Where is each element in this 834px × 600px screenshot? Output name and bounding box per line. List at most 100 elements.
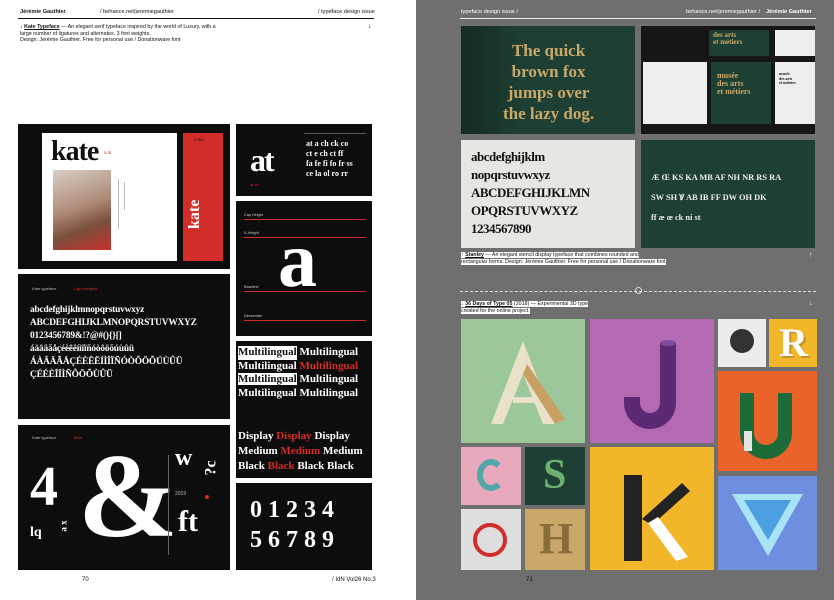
page-number-right: 71 bbox=[526, 577, 533, 583]
medium-1: Medium bbox=[238, 445, 278, 457]
letter-h-tile: H bbox=[525, 509, 585, 570]
business-cards-tile: des arts et métiers musée des arts et métie… bbox=[641, 26, 815, 134]
stanley-description: ↑ Stanley — An elegant stencil display t… bbox=[461, 252, 801, 265]
multilingual-tile: Multilingual Multilingual Multilingual M… bbox=[236, 341, 372, 478]
alpha-accents-extra: ÇÉÉÈÎÏÌÑÔÖÕÙÛÜ bbox=[30, 370, 113, 380]
header-url: / behance.net/jeremiegauthier bbox=[100, 9, 175, 15]
ml-7: Multilingual bbox=[238, 386, 297, 399]
stanley-desc-1: — An elegant stencil display typeface th… bbox=[483, 252, 639, 258]
left-page: Jérémie Gauthier / behance.net/jeremiega… bbox=[0, 0, 416, 600]
stanley-l5: 1234567890 bbox=[471, 221, 531, 236]
at-caption: at ch bbox=[250, 182, 259, 187]
days-desc-2: created for the online project. bbox=[461, 307, 530, 314]
stanley-alphabet-tile: abcdefghijklm nopqrstuvwxyz ABCDEFGHIJKL… bbox=[461, 140, 635, 248]
multilingual-rows: Multilingual Multilingual Multilingual M… bbox=[238, 346, 358, 400]
ligs-2: SW SH Ꝟ AB IB FF DW OH DK bbox=[651, 193, 767, 202]
header-url-right: behance.net/jeremiegauthier / bbox=[686, 9, 761, 15]
kate-side-title: kate bbox=[186, 199, 203, 229]
alpha-upper: ABCDEFGHIJKLMNOPQRSTUVWXYZ bbox=[30, 318, 197, 328]
alphabet-label-2: Light weights bbox=[74, 286, 98, 291]
alpha-figures: 0123456789&!?@#(){}[] bbox=[30, 331, 122, 341]
letter-o-tile bbox=[461, 509, 521, 570]
letter-r-glyph: R bbox=[779, 320, 808, 365]
letter-k-3d bbox=[624, 475, 690, 561]
ml-2: Multilingual bbox=[299, 346, 359, 358]
header-author: Jérémie Gauthier bbox=[20, 9, 66, 15]
display-3: Display bbox=[314, 430, 350, 442]
pangram-3: jumps over bbox=[507, 83, 590, 102]
page-number-left: 70 bbox=[82, 577, 89, 583]
down-arrow-icon: ↓ bbox=[368, 23, 372, 30]
kate-desc-2: large number of ligatures and alternates… bbox=[20, 30, 151, 37]
kate-sub: a.m bbox=[104, 151, 112, 156]
letter-r-tile: R bbox=[769, 319, 817, 367]
letter-c-tile bbox=[461, 447, 521, 505]
kate-desc-1: — An elegant serif typeface inspired by … bbox=[59, 24, 216, 30]
kate-desc-3: Design: Jérémie Gauthier. Free for perso… bbox=[20, 37, 181, 44]
letter-j-3d bbox=[624, 340, 676, 429]
x-height-label: X-Height bbox=[244, 231, 259, 235]
ml-6: Multilingual bbox=[299, 373, 359, 385]
alphabet-label-1: Kate typeface bbox=[32, 286, 57, 291]
letter-j-tile bbox=[590, 319, 714, 443]
pangram-1: The quick bbox=[511, 41, 586, 60]
stanley-l1: abcdefghijklm bbox=[471, 149, 545, 164]
stanley-l2: nopqrstuvwxyz bbox=[471, 167, 550, 182]
weights-rows: Display Display Display Medium Medium Me… bbox=[238, 429, 363, 474]
ml-4: Multilingual bbox=[299, 359, 359, 372]
numerals-tile: 0 1 2 3 4 5 6 7 8 9 bbox=[236, 483, 372, 570]
pangram-4: the lazy dog. bbox=[503, 104, 595, 123]
alpha-accents-upper: ÁÀÂÄÃÅÇÉÈÊËÍÌÎÏÑÓÒÔÖÕÚÙÛÜ bbox=[30, 357, 183, 367]
display-2: Display bbox=[276, 430, 312, 442]
letter-h-glyph: H bbox=[539, 514, 574, 563]
days-desc-1: (2018) — Experimental 3D type bbox=[512, 301, 589, 307]
card-1-name: des arts et métiers bbox=[713, 32, 742, 46]
stanley-link[interactable]: Stanley bbox=[465, 252, 484, 258]
lig-row-2: ct e ch ct ff bbox=[306, 149, 344, 158]
cap-height-label: Cap Height bbox=[244, 213, 263, 217]
alphabet-tile: Kate typeface Light weights abcdefghijkl… bbox=[18, 274, 230, 419]
pangram-2: brown fox bbox=[511, 62, 586, 81]
amp-label-1: Kate typeface bbox=[32, 435, 57, 440]
letter-a-tile bbox=[461, 319, 585, 443]
ligatures-tile: at at ch at a ch ck co ct e ch ct ff fa … bbox=[236, 124, 372, 196]
black-1: Black bbox=[238, 460, 265, 472]
red-panel bbox=[183, 133, 223, 261]
ax-glyph: a x bbox=[58, 520, 69, 532]
card-1-l2: et métiers bbox=[713, 38, 743, 46]
black-3: Black bbox=[297, 460, 325, 472]
letter-v-3d bbox=[732, 494, 803, 556]
quick-brown-fox-tile: The quick brown fox jumps over the lazy … bbox=[461, 26, 635, 134]
stanley-ligatures-tile: Æ Œ KS KA MB AF NH NR RS RA SW SH Ꝟ AB I… bbox=[641, 140, 815, 248]
letter-globe-tile bbox=[718, 319, 766, 367]
kate-typeface-link[interactable]: Kate Typeface bbox=[24, 24, 60, 30]
header-section: / typeface design issue bbox=[318, 9, 375, 15]
header-rule bbox=[18, 18, 374, 19]
alphabet-set: abcdefghijklmnopqrstuvwxyz ABCDEFGHIJKLM… bbox=[30, 304, 226, 382]
down-arrow-icon: ↓ bbox=[20, 24, 23, 30]
down-arrow-icon: ↓ bbox=[809, 300, 813, 307]
letter-u-3d bbox=[740, 393, 792, 459]
num-row-1: 0 1 2 3 4 bbox=[250, 497, 334, 523]
baseline-label: Baseline bbox=[244, 285, 259, 289]
ligs-1: Æ Œ KS KA MB AF NH NR RS RA bbox=[651, 173, 782, 182]
kate-cover-tile: kate a.m a m2 kate bbox=[18, 124, 230, 269]
letter-s-tile: S bbox=[525, 447, 585, 505]
stanley-desc-2: rectangular forms. Design: Jérémie Gauth… bbox=[461, 258, 666, 265]
ligature-grid: at a ch ck co ct e ch ct ff fa fe fi fo … bbox=[306, 139, 353, 179]
lig-row-1: at a ch ck co bbox=[306, 139, 349, 148]
portrait-photo bbox=[53, 170, 111, 250]
ml-5: Multilingual bbox=[238, 373, 297, 385]
lig-row-3: fa fe fi fo fr ss bbox=[306, 159, 353, 168]
display-1: Display bbox=[238, 430, 274, 442]
anatomy-tile: Cap Height X-Height Baseline Descender a bbox=[236, 201, 372, 336]
ampersand-glyph: & bbox=[78, 429, 178, 562]
divider-circle bbox=[635, 287, 642, 294]
header-author-right: Jérémie Gauthier bbox=[766, 9, 812, 15]
36-days-link[interactable]: 36 Days of Type 05 bbox=[465, 301, 512, 307]
descender-label: Descender bbox=[244, 314, 263, 318]
letter-k-tile bbox=[590, 447, 714, 570]
alpha-lower: abcdefghijklmnopqrstuvwxyz bbox=[30, 305, 145, 315]
stanley-l4: OPQRSTUVWXYZ bbox=[471, 203, 578, 218]
stanley-l3: ABCDEFGHIJKLMN bbox=[471, 185, 590, 200]
